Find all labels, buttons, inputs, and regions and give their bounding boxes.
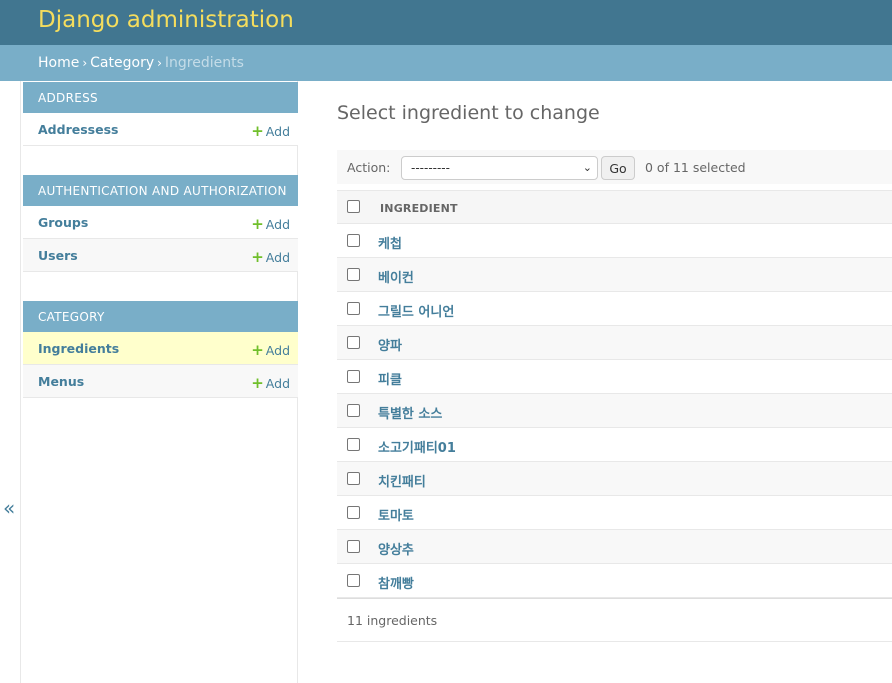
table-row: 소고기패티01 (337, 428, 892, 462)
row-checkbox[interactable] (347, 438, 360, 451)
table-row: 참깨빵 (337, 564, 892, 598)
row-link[interactable]: 피클 (378, 369, 402, 388)
table-row: 특별한 소스 (337, 394, 892, 428)
paginator-count: 11 ingredients (347, 613, 438, 628)
row-checkbox[interactable] (347, 574, 360, 587)
add-link[interactable]: + Add (251, 215, 290, 233)
table-row: 그릴드 어니언 (337, 292, 892, 326)
row-link[interactable]: 베이컨 (378, 267, 414, 286)
actions-bar: Action: --------- ⌄ Go 0 of 11 selected (337, 150, 892, 184)
module-category: CATEGORY Ingredients + Add Menus + Add (23, 301, 298, 398)
plus-icon: + (251, 122, 264, 140)
breadcrumb-current: Ingredients (164, 55, 244, 71)
module-address: ADDRESS Addressess + Add (23, 82, 298, 146)
header: Django administration (0, 0, 892, 45)
row-checkbox[interactable] (347, 472, 360, 485)
action-label: Action: (347, 160, 391, 175)
row-link[interactable]: 그릴드 어니언 (378, 301, 454, 320)
plus-icon: + (251, 341, 264, 359)
row-checkbox[interactable] (347, 302, 360, 315)
chevron-down-icon: ⌄ (582, 161, 592, 174)
breadcrumb-separator: › (157, 56, 162, 70)
row-link[interactable]: 케첩 (378, 233, 402, 252)
toggle-sidebar-button[interactable]: « (3, 496, 15, 520)
breadcrumb-home[interactable]: Home (38, 55, 79, 71)
sidebar-item-label[interactable]: Addressess (38, 122, 118, 137)
row-checkbox[interactable] (347, 268, 360, 281)
row-link[interactable]: 특별한 소스 (378, 403, 442, 422)
page-title: Select ingredient to change (337, 102, 600, 124)
sidebar-item-label[interactable]: Ingredients (38, 341, 119, 356)
go-button[interactable]: Go (601, 156, 635, 180)
module-auth: AUTHENTICATION AND AUTHORIZATION Groups … (23, 175, 298, 272)
sidebar-item-menus[interactable]: Menus + Add (23, 365, 298, 398)
table-row: 케첩 (337, 224, 892, 258)
row-checkbox[interactable] (347, 540, 360, 553)
table-row: 치킨패티 (337, 462, 892, 496)
sidebar-item-label[interactable]: Menus (38, 374, 84, 389)
add-link[interactable]: + Add (251, 122, 290, 140)
row-link[interactable]: 소고기패티01 (378, 437, 456, 456)
table-row: 양파 (337, 326, 892, 360)
plus-icon: + (251, 374, 264, 392)
column-header-ingredient[interactable]: INGREDIENT (380, 202, 458, 215)
module-caption[interactable]: ADDRESS (23, 82, 298, 113)
sidebar-item-users[interactable]: Users + Add (23, 239, 298, 272)
module-caption[interactable]: AUTHENTICATION AND AUTHORIZATION (23, 175, 298, 206)
action-select[interactable]: --------- ⌄ (401, 156, 598, 180)
action-counter: 0 of 11 selected (645, 160, 746, 175)
row-link[interactable]: 치킨패티 (378, 471, 426, 490)
row-checkbox[interactable] (347, 506, 360, 519)
table-row: 양상추 (337, 530, 892, 564)
sidebar-item-label[interactable]: Groups (38, 215, 88, 230)
table-header: INGREDIENT (337, 190, 892, 224)
row-checkbox[interactable] (347, 336, 360, 349)
sidebar-item-groups[interactable]: Groups + Add (23, 206, 298, 239)
row-link[interactable]: 참깨빵 (378, 573, 414, 592)
select-all-checkbox[interactable] (347, 200, 360, 213)
paginator: 11 ingredients (337, 598, 892, 642)
table-row: 토마토 (337, 496, 892, 530)
row-checkbox[interactable] (347, 234, 360, 247)
sidebar-item-label[interactable]: Users (38, 248, 78, 263)
action-select-value: --------- (411, 161, 450, 175)
breadcrumb-separator: › (82, 56, 88, 70)
row-link[interactable]: 양상추 (378, 539, 414, 558)
nav-sidebar: ADDRESS Addressess + Add AUTHENTICATION A… (20, 81, 298, 683)
result-list: INGREDIENT 케첩 베이컨 그릴드 어니언 양파 피클 특별한 소스 소… (337, 190, 892, 598)
add-link[interactable]: + Add (251, 374, 290, 392)
table-row: 피클 (337, 360, 892, 394)
sidebar-item-addressess[interactable]: Addressess + Add (23, 113, 298, 146)
breadcrumb-category[interactable]: Category (90, 55, 154, 71)
site-name[interactable]: Django administration (38, 7, 294, 33)
plus-icon: + (251, 215, 264, 233)
row-checkbox[interactable] (347, 370, 360, 383)
table-row: 베이컨 (337, 258, 892, 292)
row-checkbox[interactable] (347, 404, 360, 417)
row-link[interactable]: 양파 (378, 335, 402, 354)
plus-icon: + (251, 248, 264, 266)
breadcrumb: Home › Category › Ingredients (0, 45, 892, 81)
add-link[interactable]: + Add (251, 341, 290, 359)
add-link[interactable]: + Add (251, 248, 290, 266)
row-link[interactable]: 토마토 (378, 505, 414, 524)
module-caption[interactable]: CATEGORY (23, 301, 298, 332)
sidebar-item-ingredients[interactable]: Ingredients + Add (23, 332, 298, 365)
